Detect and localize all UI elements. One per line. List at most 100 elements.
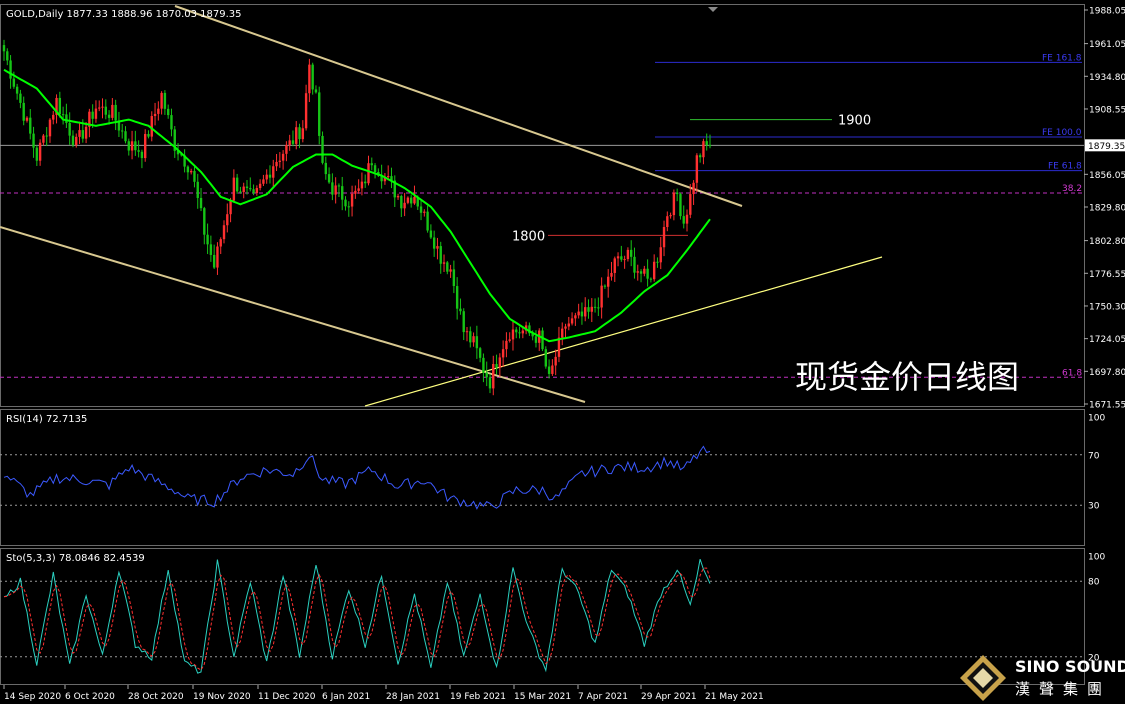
candle-body [281,153,285,161]
candle [469,326,472,348]
candle [587,299,590,319]
candle [610,261,613,281]
candle [137,140,140,158]
candle [150,111,153,142]
rsi-tick-label: 30 [1088,502,1100,512]
candle-body [199,197,203,209]
shift-marker-icon[interactable] [708,7,718,12]
candle [242,182,245,199]
candle [409,194,413,208]
level-label: 61.8 [1062,368,1082,378]
candle-body [275,161,278,167]
candle [485,361,488,387]
candle [235,173,239,194]
candle-body [94,108,98,119]
candle [321,131,324,165]
candle-body [81,130,85,139]
candle-body [400,195,403,209]
candle-body [419,206,423,213]
rsi-line [3,445,711,510]
candle [94,100,98,123]
candle [639,269,643,283]
candle-body [216,246,219,268]
candle [672,189,676,221]
candle-body [708,145,712,147]
candle-body [409,197,413,204]
candle [298,123,301,149]
candle-body [679,194,682,217]
candle [452,260,456,294]
candle [393,175,396,207]
candle [65,103,68,128]
candle-body [580,311,584,317]
candle [603,284,607,289]
candle-body [114,104,117,121]
candle-body [436,246,439,249]
candle [390,167,393,189]
candle [534,330,538,348]
candle [216,242,219,275]
candle [22,96,25,126]
candle [101,98,104,119]
candle [124,126,127,144]
candle-body [147,133,150,137]
candle-body [25,117,29,121]
candle-body [265,174,268,180]
candle [679,192,682,220]
candle-body [196,181,199,198]
candle [705,133,708,151]
candle-body [442,262,446,264]
candle-body [492,364,495,389]
candle-body [206,234,209,245]
candle-body [61,114,65,116]
candle-body [288,140,291,146]
candle-body [659,247,662,263]
candle-body [45,135,48,137]
candle-body [518,332,521,334]
candle [193,166,196,188]
candle [134,130,137,156]
candle-body [2,45,6,52]
candle-body [652,261,656,280]
candle-body [603,285,607,287]
candle-body [354,190,357,194]
candle-body [52,114,55,120]
candle [285,141,288,162]
candle-body [396,195,400,198]
candle [262,174,265,187]
candle-body [669,215,672,217]
current-price-label: 1879.35 [1088,142,1125,152]
candle [521,327,525,339]
candle-body [71,135,75,146]
candle-body [698,155,702,158]
rsi-tick-label: 70 [1088,451,1100,461]
candle [308,58,311,103]
candle-body [626,249,630,260]
candle-body [107,114,111,118]
candle-body [590,306,593,312]
candle [446,260,449,275]
candle [281,150,285,170]
candle-body [364,181,367,184]
rsi-tick-label: 100 [1088,414,1105,424]
candle-body [242,186,245,193]
candle [436,237,439,260]
candle [698,153,702,163]
candle-body [48,119,52,137]
candle [462,308,465,341]
candle [84,122,88,144]
level-label: 38.2 [1062,184,1082,194]
rsi-axis: 100 70 30 [1088,414,1105,512]
candle [442,254,446,273]
candle [25,116,29,123]
candle [570,312,574,326]
candle-body [140,151,144,159]
candle [222,220,226,244]
trading-chart: FE 161.8FE 100.0FE 61.838.261.819001800 … [0,4,1125,702]
candle [38,139,42,166]
candle-body [311,64,314,90]
candle-body [705,141,708,146]
candle-body [357,188,360,191]
time-tick-label: 28 Jan 2021 [386,692,440,702]
level-label: FE 161.8 [1042,53,1082,63]
